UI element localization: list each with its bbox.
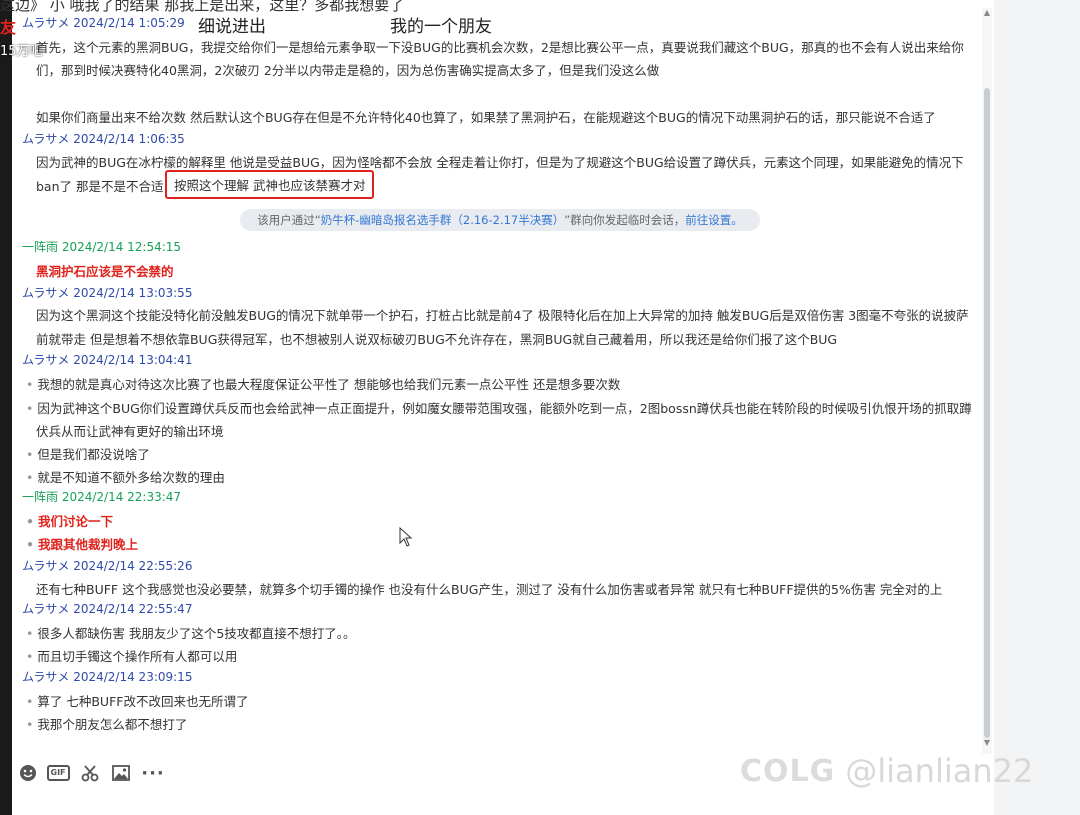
scroll-up-arrow-icon[interactable]: ▲ — [983, 8, 991, 18]
message-header: ムラサメ 2024/2/14 22:55:26 — [22, 559, 193, 573]
message-line: 伏兵从而让武神有更好的输出环境 — [36, 424, 224, 439]
left-video-strip — [0, 0, 12, 815]
message-header: ムラサメ 2024/2/14 1:05:29 — [22, 16, 185, 30]
message-header: ムラサメ 2024/2/14 22:55:47 — [22, 602, 193, 616]
message-header: 一阵雨 2024/2/14 12:54:15 — [22, 240, 182, 254]
list-item: • 就是不知道不额外多给次数的理由 — [26, 470, 225, 485]
watermark-logo: COLG — [740, 753, 836, 789]
message-line: 因为武神的BUG在冰柠檬的解释里 他说是受益BUG，因为怪啥都不会放 全程走着让… — [36, 155, 964, 170]
message-line: 因为这个黑洞这个技能没特化前没触发BUG的情况下就单带一个护石，打桩占比就是前4… — [36, 308, 969, 323]
list-item: • 我们讨论一下 — [26, 514, 114, 529]
notice-settings-link[interactable]: 前往设置。 — [685, 212, 743, 228]
message-line: 还有七种BUFF 这个我感觉也没必要禁，就算多个切手镯的操作 也没有什么BUG产… — [36, 582, 943, 597]
list-item: • 而且切手镯这个操作所有人都可以用 — [26, 649, 238, 664]
message-header: ムラサメ 2024/2/14 13:03:55 — [22, 286, 193, 300]
message-header: 一阵雨 2024/2/14 22:33:47 — [22, 490, 182, 504]
smiley-icon[interactable] — [18, 764, 38, 782]
message-header: ムラサメ 2024/2/14 13:04:41 — [22, 353, 193, 367]
more-icon[interactable]: ··· — [141, 763, 164, 784]
message-line: 如果你们商量出来不给次数 然后默认这个BUG存在但是不允许特化40也算了，如果禁… — [36, 110, 936, 125]
list-item: • 因为武神这个BUG你们设置蹲伏兵反而也会给武神一点正面提升，例如魔女腰带范围攻… — [26, 401, 972, 416]
scroll-down-arrow-icon[interactable]: ▼ — [983, 738, 991, 748]
message-line: 前就带走 但是想着不想依靠BUG获得冠军，也不想被别人说双标破刃BUG不允许存在… — [36, 332, 838, 347]
list-item: • 很多人都缺伤害 我朋友少了这个5技攻都直接不想打了。。 — [26, 626, 356, 641]
list-item: • 但是我们都没说啥了 — [26, 447, 150, 462]
notice-group-link[interactable]: 奶牛杯-幽暗岛报名选手群（2.16-2.17半决赛） — [321, 212, 565, 228]
gif-icon[interactable]: GIF — [46, 764, 70, 782]
list-item: • 我那个朋友怎么都不想打了 — [26, 717, 188, 732]
highlighted-text: 按照这个理解 武神也应该禁赛才对 — [165, 170, 375, 199]
message-line: 首先，这个元素的黑洞BUG，我提交给你们一是想给元素争取一下没BUG的比赛机会次… — [36, 40, 964, 55]
watermark-handle: @lianlian22 — [845, 752, 1034, 790]
message-line: 们，那到时候决赛特化40黑洞，2次破刃 2分半以内带走是稳的，因为总伤害确实提高… — [36, 63, 660, 78]
image-icon[interactable] — [111, 764, 131, 782]
message-line: ban了 那是不是不合适 — [36, 179, 164, 194]
list-item: • 我想的就是真心对待这次比赛了也最大程度保证公平性了 想能够也给我们元素一点公平… — [26, 377, 621, 392]
scrollbar-thumb[interactable] — [984, 88, 990, 738]
message-header: ムラサメ 2024/2/14 1:06:35 — [22, 132, 185, 146]
list-item: • 我跟其他裁判晚上 — [26, 537, 139, 552]
right-side-panel — [994, 0, 1080, 815]
notice-prefix: 该用户通过“ — [257, 213, 321, 227]
message-line: 黑洞护石应该是不会禁的 — [36, 264, 174, 279]
message-header: ムラサメ 2024/2/14 23:09:15 — [22, 670, 193, 684]
scissors-icon[interactable] — [80, 764, 100, 782]
watermark: COLG @lianlian22 — [740, 752, 1033, 790]
system-notice: 该用户通过“ 奶牛杯-幽暗岛报名选手群（2.16-2.17半决赛） ”群向你发起… — [240, 209, 760, 231]
mouse-cursor-icon — [399, 527, 413, 547]
notice-suffix: ”群向你发起临时会话， — [564, 213, 686, 227]
list-item: • 算了 七种BUFF改不改回来也无所谓了 — [26, 694, 249, 709]
